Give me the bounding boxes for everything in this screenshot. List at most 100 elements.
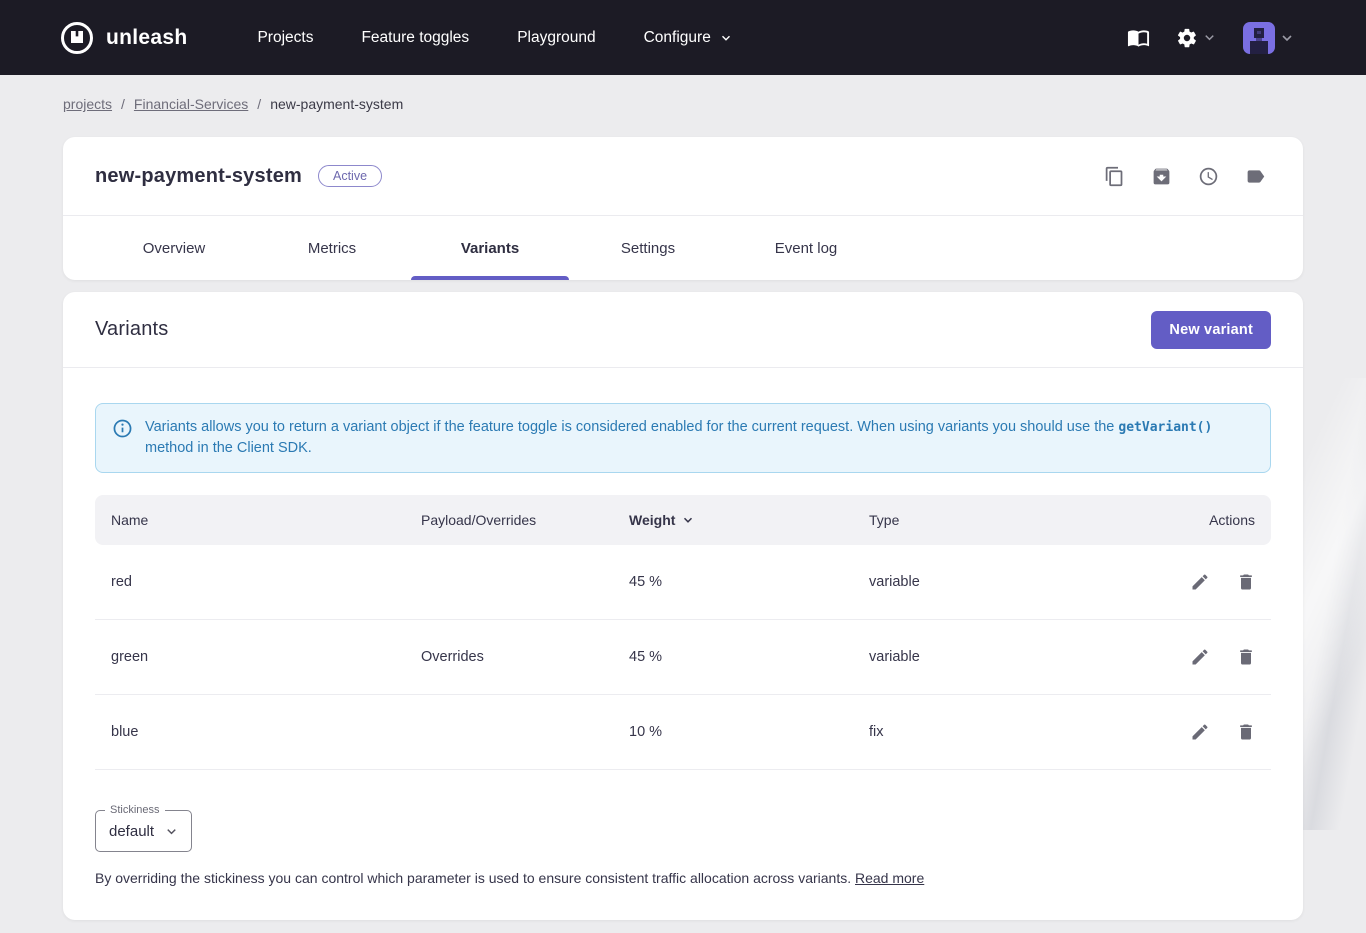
brand-name: unleash [106, 26, 187, 50]
alert-text-before: Variants allows you to return a variant … [145, 419, 1118, 435]
variant-weight: 45 % [613, 649, 853, 665]
alert-text: Variants allows you to return a variant … [145, 417, 1254, 459]
variant-name: green [95, 649, 405, 665]
new-variant-button[interactable]: New variant [1151, 311, 1271, 349]
stickiness-value: default [109, 823, 154, 840]
settings-button[interactable] [1171, 22, 1222, 54]
delete-variant-button[interactable] [1231, 717, 1261, 747]
variant-weight: 10 % [613, 724, 853, 740]
edit-variant-button[interactable] [1185, 567, 1215, 597]
archive-feature-button[interactable] [1146, 161, 1177, 192]
col-header-weight[interactable]: Weight [613, 512, 853, 528]
delete-variant-button[interactable] [1231, 567, 1261, 597]
table-row: green Overrides 45 % variable [95, 620, 1271, 695]
nav-configure-label: Configure [644, 29, 711, 47]
variants-card: Variants New variant Variants allows you… [63, 292, 1303, 920]
nav-playground[interactable]: Playground [517, 29, 595, 47]
copy-icon [1104, 166, 1125, 187]
feature-tabs: Overview Metrics Variants Settings Event… [63, 215, 1303, 280]
stickiness-select[interactable]: Stickiness default [95, 810, 192, 852]
variant-type: variable [853, 574, 1133, 590]
info-icon [112, 418, 133, 439]
edit-variant-button[interactable] [1185, 717, 1215, 747]
col-header-actions: Actions [1133, 512, 1271, 528]
stickiness-help-body: By overriding the stickiness you can con… [95, 870, 851, 886]
variant-actions [1133, 567, 1271, 597]
variant-weight: 45 % [613, 574, 853, 590]
variant-type: variable [853, 649, 1133, 665]
tag-button[interactable] [1240, 161, 1271, 192]
breadcrumb: projects / Financial-Services / new-paym… [63, 96, 1366, 112]
tab-settings[interactable]: Settings [569, 216, 727, 280]
settings-gear-icon [1176, 27, 1198, 49]
col-header-type: Type [853, 512, 1133, 528]
chevron-down-icon [719, 31, 733, 45]
user-avatar [1243, 22, 1275, 54]
variant-actions [1133, 642, 1271, 672]
feature-title: new-payment-system [95, 165, 302, 188]
delete-variant-button[interactable] [1231, 642, 1261, 672]
tab-overview[interactable]: Overview [95, 216, 253, 280]
variant-actions [1133, 717, 1271, 747]
feature-header-card: new-payment-system Active [63, 137, 1303, 280]
variants-card-header: Variants New variant [63, 292, 1303, 368]
feature-header-top: new-payment-system Active [63, 137, 1303, 215]
weight-header-label: Weight [629, 512, 675, 528]
alert-text-after: method in the Client SDK. [145, 440, 312, 456]
stickiness-section: Stickiness default [95, 810, 1271, 852]
breadcrumb-project-name[interactable]: Financial-Services [134, 96, 248, 112]
variant-name: red [95, 574, 405, 590]
info-alert: Variants allows you to return a variant … [95, 403, 1271, 473]
breadcrumb-current: new-payment-system [270, 96, 403, 112]
unleash-logo[interactable]: unleash [60, 21, 187, 55]
breadcrumb-projects[interactable]: projects [63, 96, 112, 112]
variant-payload: Overrides [405, 649, 613, 665]
main-nav: Projects Feature toggles Playground Conf… [257, 29, 732, 47]
tab-metrics[interactable]: Metrics [253, 216, 411, 280]
variants-card-body: Variants allows you to return a variant … [63, 368, 1303, 886]
clock-icon [1198, 166, 1219, 187]
read-more-link[interactable]: Read more [855, 870, 924, 886]
status-badge: Active [318, 165, 382, 188]
col-header-payload: Payload/Overrides [405, 512, 613, 528]
tab-variants[interactable]: Variants [411, 216, 569, 280]
table-row: blue 10 % fix [95, 695, 1271, 770]
breadcrumb-separator: / [121, 96, 125, 112]
chevron-down-icon [164, 824, 179, 839]
stickiness-help-text: By overriding the stickiness you can con… [95, 870, 1271, 886]
variants-table: Name Payload/Overrides Weight Type Actio… [95, 495, 1271, 770]
docs-button[interactable] [1122, 21, 1155, 54]
copy-feature-button[interactable] [1099, 161, 1130, 192]
history-button[interactable] [1193, 161, 1224, 192]
archive-icon [1151, 166, 1172, 187]
variant-type: fix [853, 724, 1133, 740]
variant-name: blue [95, 724, 405, 740]
chevron-down-icon [1279, 30, 1295, 46]
delete-trash-icon [1236, 647, 1256, 667]
feature-actions [1099, 161, 1271, 192]
top-navbar: unleash Projects Feature toggles Playgro… [0, 0, 1366, 75]
tag-icon [1245, 166, 1266, 187]
edit-variant-button[interactable] [1185, 642, 1215, 672]
table-header-row: Name Payload/Overrides Weight Type Actio… [95, 495, 1271, 545]
profile-button[interactable] [1238, 17, 1300, 59]
chevron-down-icon [1202, 30, 1217, 45]
col-header-name: Name [95, 512, 405, 528]
unleash-logo-icon [60, 21, 94, 55]
stickiness-label: Stickiness [105, 803, 165, 817]
section-title: Variants [95, 318, 169, 341]
edit-pencil-icon [1190, 572, 1210, 592]
edit-pencil-icon [1190, 647, 1210, 667]
breadcrumb-separator: / [257, 96, 261, 112]
tab-event-log[interactable]: Event log [727, 216, 885, 280]
alert-code: getVariant() [1118, 420, 1212, 435]
delete-trash-icon [1236, 572, 1256, 592]
edit-pencil-icon [1190, 722, 1210, 742]
nav-projects[interactable]: Projects [257, 29, 313, 47]
navbar-right [1122, 17, 1300, 59]
nav-configure[interactable]: Configure [644, 29, 733, 47]
delete-trash-icon [1236, 722, 1256, 742]
table-row: red 45 % variable [95, 545, 1271, 620]
nav-feature-toggles[interactable]: Feature toggles [361, 29, 469, 47]
sort-chevron-icon [681, 513, 695, 527]
